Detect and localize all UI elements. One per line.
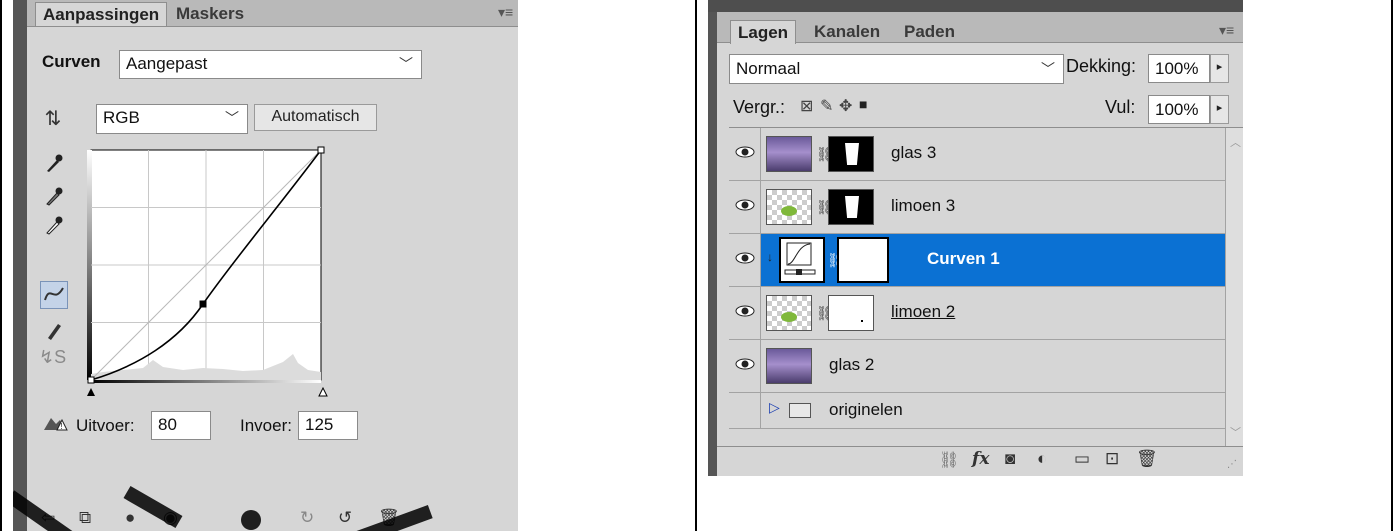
panel-menu-icon[interactable]: ▾≡	[1219, 22, 1234, 39]
eye-icon	[735, 146, 755, 158]
lock-transparent-icon[interactable]: ⊠	[800, 96, 813, 116]
layer-name: originelen	[829, 400, 903, 419]
layer-row-glas-2[interactable]: glas 2	[729, 340, 1225, 393]
layer-row-curven-1[interactable]: ↓ ⛓ Curven 1	[729, 234, 1225, 287]
layers-panel: Lagen Kanalen Paden ▾≡ Normaal ﹀ Dekking…	[708, 0, 1243, 476]
layer-name: limoen 2	[891, 302, 956, 321]
blend-mode-value: Normaal	[736, 59, 801, 78]
layer-visibility-toggle[interactable]	[729, 340, 761, 392]
layer-thumbnail	[766, 348, 812, 384]
layer-name: Curven 1	[927, 249, 1000, 268]
layer-row-limoen-2[interactable]: ⛓ limoen 2	[729, 287, 1225, 340]
scroll-down-icon[interactable]: ﹀	[1230, 424, 1241, 440]
frame-left	[0, 0, 2, 531]
layer-mask-thumbnail[interactable]	[837, 237, 889, 283]
layer-thumbnail	[766, 136, 812, 172]
fill-arrow-button[interactable]: ▸	[1210, 95, 1229, 124]
blend-mode-dropdown[interactable]: Normaal ﹀	[729, 54, 1064, 84]
layer-thumbnail	[766, 295, 812, 331]
curves-adjustment-icon	[784, 242, 816, 275]
panel-dock-strip	[708, 0, 717, 476]
lock-position-icon[interactable]: ✥	[839, 96, 852, 116]
layer-row-glas-3[interactable]: ⛓ glas 3	[729, 128, 1225, 181]
adjustment-thumbnail	[779, 237, 825, 283]
layer-visibility-toggle[interactable]	[729, 393, 761, 428]
link-layers-icon[interactable]: ⛓	[939, 450, 959, 470]
layer-visibility-toggle[interactable]	[729, 287, 761, 339]
layers-scrollbar[interactable]: ︿ ﹀	[1225, 128, 1243, 446]
fx-icon[interactable]: fx	[972, 449, 989, 469]
layer-mask-thumbnail[interactable]	[828, 189, 874, 225]
layers-tab-bar: Lagen Kanalen Paden ▾≡	[717, 12, 1243, 44]
adjustments-panel: Aanpassingen Maskers ▾≡ Curven Aangepast…	[13, 0, 518, 531]
watermark	[13, 485, 433, 531]
new-layer-icon[interactable]: ⊡	[1105, 449, 1119, 469]
opacity-field[interactable]: 100%	[1148, 54, 1210, 83]
expand-triangle-icon[interactable]: ▷	[769, 399, 780, 416]
eye-icon	[735, 358, 755, 370]
layer-visibility-toggle[interactable]	[729, 181, 761, 233]
clipping-arrow-icon: ↓	[767, 250, 773, 264]
tab-paden[interactable]: Paden	[897, 20, 962, 44]
eye-icon	[735, 199, 755, 211]
layer-name: glas 3	[891, 143, 937, 162]
layer-mask-thumbnail[interactable]	[828, 295, 874, 331]
trash-icon[interactable]: 🗑	[1136, 449, 1158, 469]
eye-icon	[735, 305, 755, 317]
lock-all-icon[interactable]: ■	[859, 96, 867, 112]
adjustment-layer-icon[interactable]: ◐	[1037, 449, 1047, 469]
group-folder-icon[interactable]: ▭	[1074, 449, 1090, 469]
panel-top-strip	[708, 0, 1243, 12]
add-mask-icon[interactable]: ◙	[1005, 449, 1015, 469]
opacity-label: Dekking:	[1066, 56, 1137, 76]
eye-icon	[735, 252, 755, 264]
lock-image-icon[interactable]: ✎	[820, 96, 833, 116]
layer-row-originelen[interactable]: ▷ originelen	[729, 393, 1225, 429]
folder-icon	[789, 403, 811, 418]
tab-kanalen[interactable]: Kanalen	[807, 20, 887, 44]
layers-footer: ⛓ fx ◙ ◐ ▭ ⊡ 🗑 ⋰	[717, 446, 1243, 476]
fill-field[interactable]: 100%	[1148, 95, 1210, 124]
layer-row-limoen-3[interactable]: ⛓ limoen 3	[729, 181, 1225, 234]
layer-mask-thumbnail[interactable]	[828, 136, 874, 172]
layer-name: glas 2	[829, 355, 875, 374]
layer-name: limoen 3	[891, 196, 956, 215]
scroll-up-icon[interactable]: ︿	[1230, 134, 1241, 150]
frame-divider	[695, 0, 697, 531]
opacity-arrow-button[interactable]: ▸	[1210, 54, 1229, 83]
lock-label: Vergr.:	[733, 97, 786, 117]
layer-thumbnail	[766, 189, 812, 225]
fill-label: Vul:	[1105, 97, 1136, 117]
layer-visibility-toggle[interactable]	[729, 128, 761, 180]
layer-visibility-toggle[interactable]	[729, 234, 761, 286]
resize-grip-icon[interactable]: ⋰	[1227, 459, 1237, 470]
tab-lagen[interactable]: Lagen	[730, 20, 797, 44]
chevron-down-icon: ﹀	[1041, 61, 1055, 77]
